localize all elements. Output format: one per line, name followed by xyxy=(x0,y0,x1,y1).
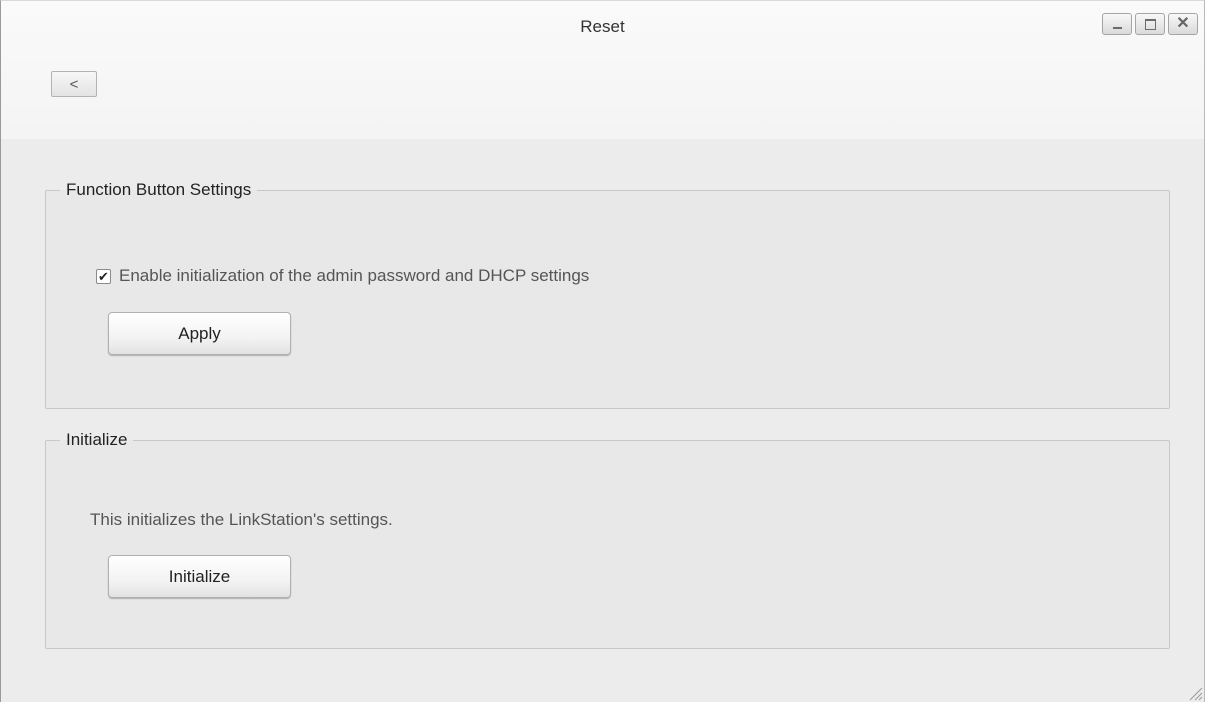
minimize-button[interactable] xyxy=(1102,13,1132,35)
initialize-button[interactable]: Initialize xyxy=(108,555,291,598)
reset-window: Reset ✕ < Function Button Settings ✔ Ena… xyxy=(0,0,1205,702)
window-title: Reset xyxy=(580,17,625,36)
window-controls: ✕ xyxy=(1102,13,1198,35)
initialize-description: This initializes the LinkStation's setti… xyxy=(90,510,393,529)
checkmark-icon: ✔ xyxy=(98,268,109,284)
initialize-group: Initialize This initializes the LinkStat… xyxy=(45,430,1170,649)
back-button[interactable]: < xyxy=(51,71,97,97)
maximize-icon xyxy=(1144,18,1156,30)
maximize-button[interactable] xyxy=(1135,13,1165,35)
minimize-icon xyxy=(1112,27,1122,29)
resize-grip-icon[interactable] xyxy=(1182,680,1204,702)
apply-button[interactable]: Apply xyxy=(108,312,291,355)
enable-initialization-label: Enable initialization of the admin passw… xyxy=(119,266,590,285)
enable-initialization-checkbox[interactable]: ✔ xyxy=(96,268,111,284)
close-icon: ✕ xyxy=(1176,15,1190,32)
back-icon: < xyxy=(69,75,79,93)
window-header: Reset ✕ < xyxy=(1,1,1204,139)
function-button-settings-legend: Function Button Settings xyxy=(66,180,252,199)
close-button[interactable]: ✕ xyxy=(1168,13,1198,35)
initialize-legend: Initialize xyxy=(66,430,128,449)
function-button-settings-group: Function Button Settings ✔ Enable initia… xyxy=(45,180,1170,409)
enable-initialization-checkbox-row[interactable]: ✔ Enable initialization of the admin pas… xyxy=(96,266,589,286)
